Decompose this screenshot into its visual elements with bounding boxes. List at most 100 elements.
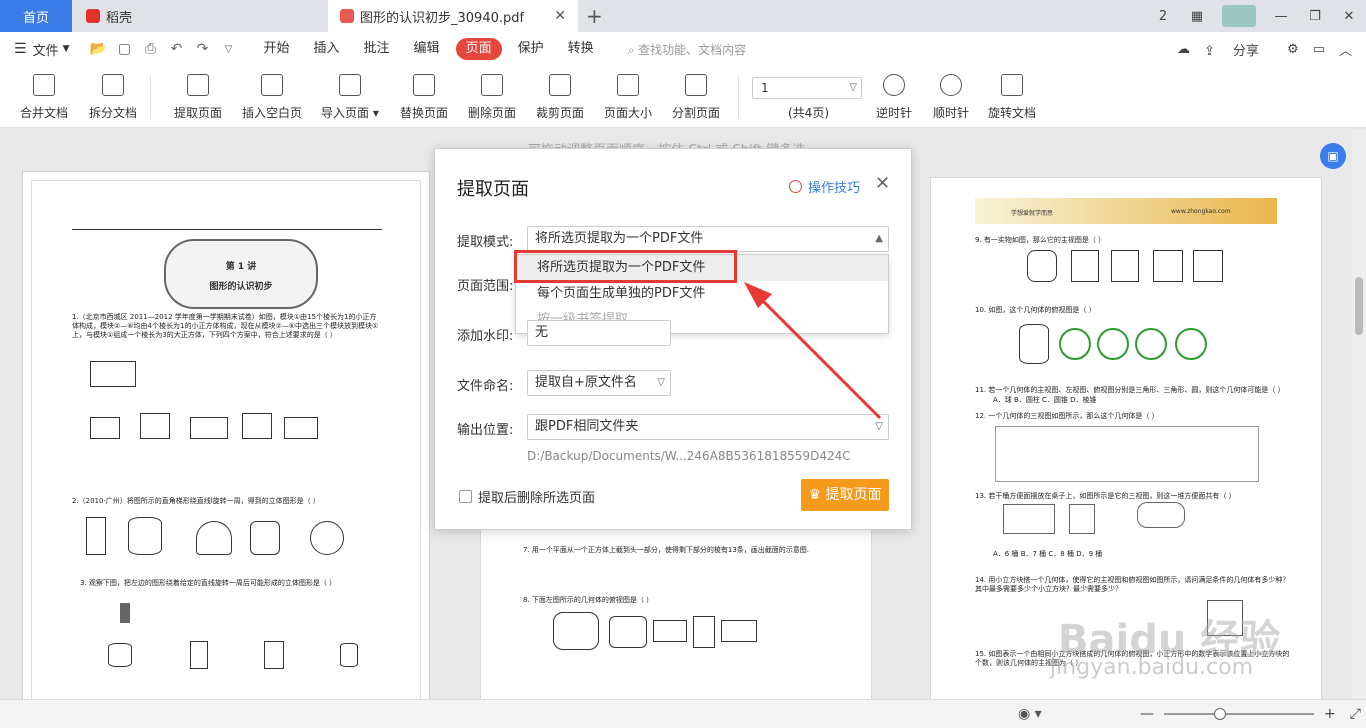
- merge-document-button[interactable]: 合并文档: [20, 70, 68, 124]
- output-path: D:/Backup/Documents/W...246A8B5361818559…: [527, 449, 851, 463]
- naming-label: 文件命名:: [457, 379, 514, 394]
- comment-icon[interactable]: ▭: [1313, 42, 1325, 57]
- tab-home[interactable]: 首页: [0, 0, 72, 32]
- dialog-title: 提取页面: [457, 179, 529, 200]
- menu-page[interactable]: 页面: [455, 38, 502, 60]
- cone-figure: [196, 521, 232, 555]
- menu-protect[interactable]: 保护: [506, 38, 556, 60]
- prism-figure: [190, 641, 208, 669]
- zoom-slider-knob[interactable]: [1214, 708, 1226, 720]
- vertical-scrollbar[interactable]: [1352, 129, 1366, 699]
- save-icon[interactable]: ▢: [112, 41, 138, 57]
- share-icon: ⇪: [1203, 43, 1215, 59]
- crop-icon: [549, 74, 571, 96]
- extract-pages-dialog: 提取页面 操作技巧 ✕ 提取模式: 将所选页提取为一个PDF文件 ▲ 将所选页提…: [434, 148, 912, 530]
- minimize-icon[interactable]: —: [1264, 9, 1298, 24]
- rotate-ccw-icon: [883, 74, 905, 96]
- lecture-number: 第 1 讲: [225, 262, 257, 272]
- collapse-ribbon-icon[interactable]: ︿: [1339, 40, 1352, 59]
- cube-figure: [140, 413, 170, 439]
- tool-label: 删除页面: [468, 106, 517, 120]
- operation-tips-link[interactable]: 操作技巧: [789, 177, 860, 196]
- header-rule: [72, 229, 382, 230]
- rotate-ccw-button[interactable]: 逆时针: [876, 70, 912, 124]
- question-9: 9. 有一实物如图，那么它的主视图是（ ）: [975, 236, 1106, 244]
- quick-access: 📂 ▢ ⎙ ↶ ↷ ▽: [86, 41, 242, 57]
- extract-icon: [187, 74, 209, 96]
- question-12: 12. 一个几何体的三视图如图所示，那么这个几何体是（ ）: [975, 412, 1159, 420]
- page-header-banner: 学想爱就学而思 www.zhongkao.com: [975, 198, 1277, 224]
- tab-docer[interactable]: 稻壳: [72, 0, 328, 32]
- tool-label: 提取页面: [174, 106, 223, 120]
- dialog-close-icon[interactable]: ✕: [875, 173, 890, 194]
- open-folder-icon[interactable]: 📂: [86, 41, 112, 57]
- question-13-options: A．6 桶 B．7 桶 C．8 桶 D．9 桶: [993, 550, 1103, 558]
- fit-page-icon[interactable]: ⤢: [1350, 706, 1361, 722]
- share-button[interactable]: ⇪ 分享: [1204, 40, 1273, 59]
- rotate-document-button[interactable]: 旋转文档: [988, 70, 1036, 124]
- menu-right-actions: ☁ ⇪ 分享 ⚙ ▭ ︿: [1177, 32, 1366, 66]
- menu-insert[interactable]: 插入: [302, 38, 352, 60]
- figure: [1111, 250, 1139, 282]
- scrollbar-thumb[interactable]: [1355, 277, 1363, 335]
- file-naming-select[interactable]: 提取自+原文件名 ▽: [527, 370, 671, 396]
- delete-after-extract-checkbox[interactable]: [459, 490, 472, 503]
- page-thumbnail-1[interactable]: 第 1 讲 图形的认识初步 1.（北京市西城区 2011—2012 学年度第一学…: [22, 171, 430, 699]
- cylinder-figure: [340, 643, 358, 667]
- mode-option-each-page[interactable]: 每个页面生成单独的PDF文件: [516, 281, 888, 307]
- delete-after-extract-option[interactable]: 提取后删除所选页面: [459, 487, 595, 506]
- page-size-button[interactable]: 页面大小: [604, 70, 652, 124]
- insert-blank-page-button[interactable]: 插入空白页: [242, 70, 302, 124]
- extract-page-button[interactable]: 提取页面: [174, 70, 222, 124]
- cube-figure: [242, 413, 272, 439]
- tool-label: 页面大小: [604, 106, 653, 120]
- search-box[interactable]: ⌕ 查找功能、文档内容: [628, 41, 747, 58]
- window-count-badge[interactable]: 2: [1146, 9, 1180, 24]
- menu-edit[interactable]: 编辑: [402, 38, 452, 60]
- tab-docer-label: 稻壳: [106, 10, 133, 26]
- replace-page-button[interactable]: 替换页面: [400, 70, 448, 124]
- zoom-in-icon[interactable]: +: [1324, 706, 1336, 722]
- page-size-icon: [617, 74, 639, 96]
- grid-view-icon[interactable]: ▦: [1180, 9, 1214, 24]
- page-number-select[interactable]: 1 ▽: [752, 77, 862, 99]
- cloud-sync-icon[interactable]: ☁: [1177, 42, 1190, 57]
- docer-icon: [86, 9, 100, 23]
- split-page-button[interactable]: 分割页面: [672, 70, 720, 124]
- delete-page-icon: [481, 74, 503, 96]
- new-tab-icon[interactable]: +: [586, 4, 603, 28]
- menu-start[interactable]: 开始: [252, 38, 302, 60]
- lecture-title: 图形的认识初步: [209, 282, 273, 292]
- avatar[interactable]: [1222, 5, 1256, 27]
- question-3: 3. 观察下图，把左边的图形绕着给定的直线旋转一周后可能形成的立体图形是（ ）: [80, 579, 337, 587]
- window-close-icon[interactable]: ✕: [1332, 9, 1366, 24]
- restore-icon[interactable]: ❐: [1298, 9, 1332, 24]
- split-document-button[interactable]: 拆分文档: [89, 70, 137, 124]
- menu-convert[interactable]: 转换: [556, 38, 606, 60]
- menu-annotate[interactable]: 批注: [352, 38, 402, 60]
- floating-tool-button[interactable]: ▣: [1320, 143, 1346, 169]
- split-page-icon: [685, 74, 707, 96]
- output-location-select[interactable]: 跟PDF相同文件夹 ▽: [527, 414, 889, 440]
- crop-page-button[interactable]: 裁剪页面: [536, 70, 584, 124]
- zoom-slider[interactable]: [1164, 708, 1314, 720]
- redo-icon[interactable]: ↷: [190, 41, 216, 57]
- hexagonal-prism-figure: [553, 612, 599, 650]
- extract-pages-button[interactable]: ♛ 提取页面: [801, 479, 889, 511]
- tab-close-icon[interactable]: ✕: [554, 8, 566, 24]
- rotate-document-icon: [1001, 74, 1023, 96]
- file-menu[interactable]: ☰ 文件 ▼: [14, 40, 70, 59]
- zoom-out-icon[interactable]: —: [1140, 706, 1154, 722]
- eye-protection-icon[interactable]: ◉ ▾: [1018, 706, 1042, 722]
- delete-page-button[interactable]: 删除页面: [468, 70, 516, 124]
- extract-mode-select[interactable]: 将所选页提取为一个PDF文件 ▲: [527, 226, 889, 252]
- tool-label: 替换页面: [400, 106, 449, 120]
- settings-gear-icon[interactable]: ⚙: [1287, 42, 1299, 57]
- import-page-button[interactable]: 导入页面 ▾: [321, 70, 379, 124]
- tab-pdf-document[interactable]: 图形的认识初步_30940.pdf ✕: [328, 0, 578, 32]
- rotate-cw-button[interactable]: 顺时针: [933, 70, 969, 124]
- watermark-select[interactable]: 无: [527, 320, 671, 346]
- undo-icon[interactable]: ↶: [164, 41, 190, 57]
- print-icon[interactable]: ⎙: [138, 41, 164, 57]
- more-chevron-icon[interactable]: ▽: [216, 44, 242, 55]
